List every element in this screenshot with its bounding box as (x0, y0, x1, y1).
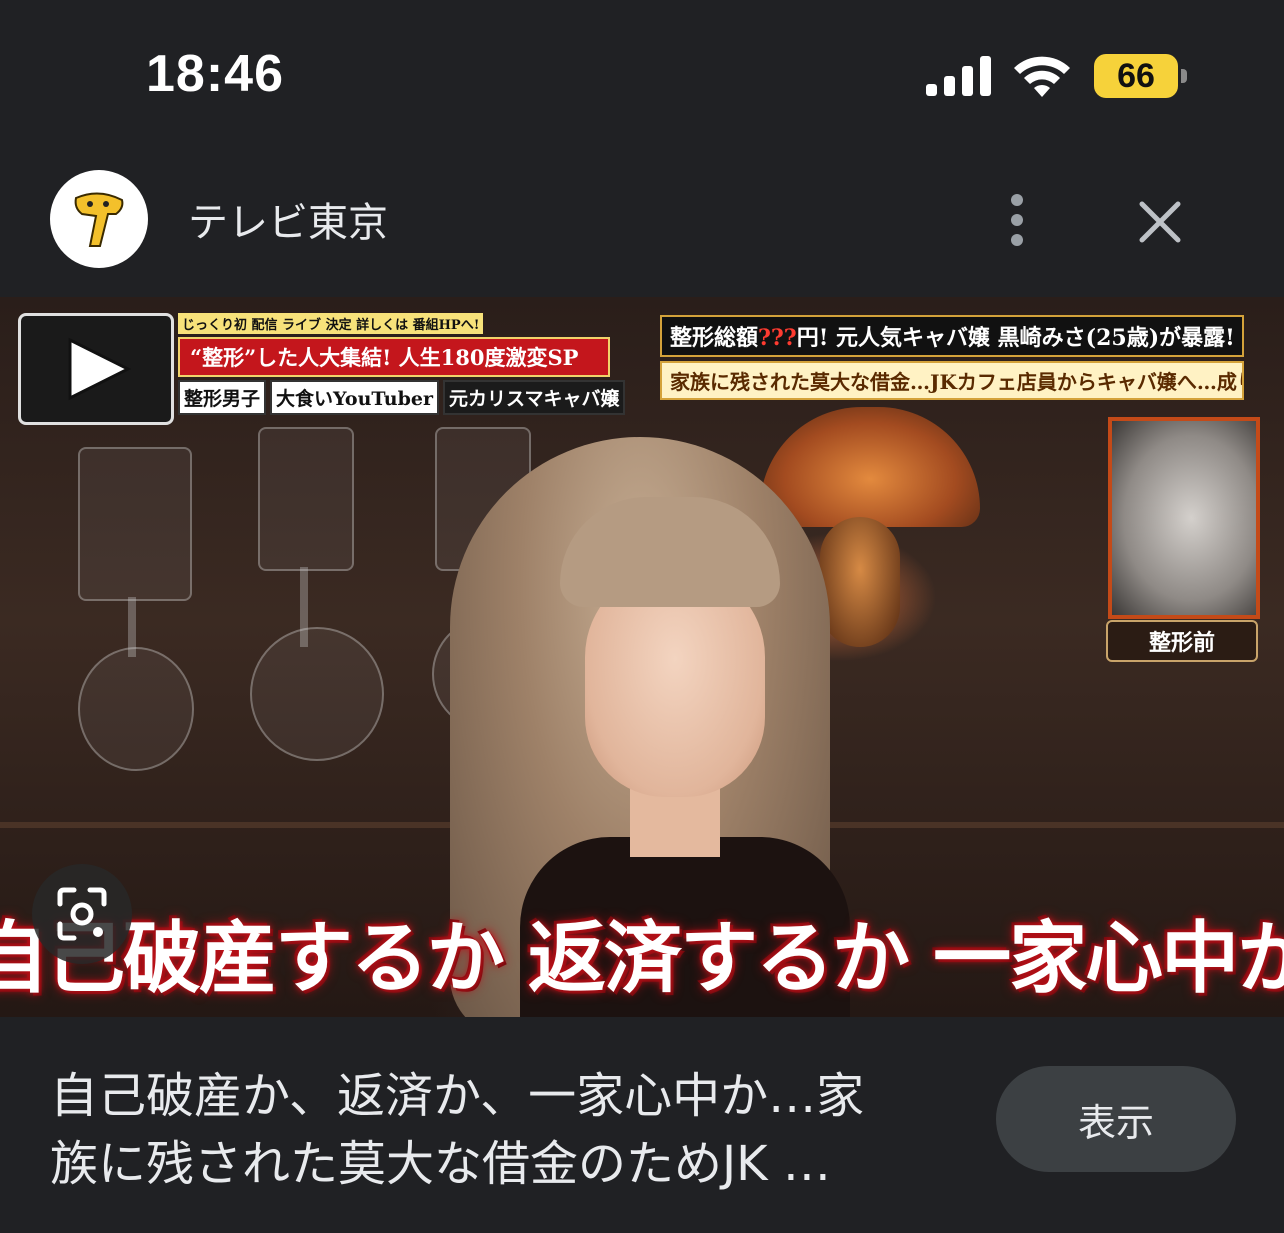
caption-right-line1: 整形総額???円! 元人気キャバ嬢 黒崎みさ(25歳)が暴露! (660, 315, 1244, 357)
google-lens-icon[interactable] (32, 864, 132, 964)
close-icon[interactable] (1130, 192, 1190, 252)
caption-right-line1-a: 整形総額 (670, 325, 759, 351)
caption-right: 整形総額???円! 元人気キャバ嬢 黒崎みさ(25歳)が暴露! 家族に残された莫… (660, 315, 1244, 400)
program-logo (18, 313, 174, 425)
tv-tokyo-logo-icon[interactable] (50, 170, 148, 268)
siphon-bulb (250, 627, 384, 761)
cellular-signal-icon (926, 56, 991, 96)
play-icon (68, 337, 132, 401)
lamp-shade (760, 407, 980, 527)
caption-headline: “整形”した人大集結! 人生180度激変SP (178, 337, 610, 377)
result-title-line1: 自己破産か、返済か、一家心中か…家 (50, 1068, 865, 1124)
caption-tag: 元カリスマキャバ嬢 (443, 380, 626, 415)
video-subtitle: 自己破産するか 返済するか 一家心中か (0, 914, 1284, 1004)
caption-right-line1-b: 円! 元人気キャバ嬢 黒崎みさ(25歳)が暴露! (796, 325, 1235, 351)
result-title-line2: 族に残された莫大な借金のためJK … (50, 1136, 831, 1192)
preview-image[interactable]: じっくり初 配信 ライブ 決定 詳しくは 番組HPへ! “整形”した人大集結! … (0, 297, 1284, 1017)
siphon-glass (78, 447, 192, 601)
caption-left: じっくり初 配信 ライブ 決定 詳しくは 番組HPへ! “整形”した人大集結! … (178, 313, 634, 418)
siphon-glass (258, 427, 354, 571)
caption-badge-line: じっくり初 配信 ライブ 決定 詳しくは 番組HPへ! (178, 313, 484, 334)
before-photo (1108, 417, 1260, 619)
caption-tag: 整形男子 (178, 380, 267, 415)
view-button[interactable]: 表示 (996, 1066, 1236, 1172)
caption-tag: 大食いYouTuber (270, 380, 440, 415)
battery-icon: 66 (1094, 54, 1188, 98)
before-label: 整形前 (1106, 620, 1258, 662)
wifi-icon (1014, 56, 1070, 97)
lamp-base (820, 517, 900, 647)
battery-level: 66 (1094, 54, 1178, 98)
caption-right-line2: 家族に残された莫大な借金…JKカフェ店員からキャバ嬢へ…成り上がり (660, 361, 1244, 400)
more-vertical-icon[interactable] (990, 190, 1044, 250)
source-header: テレビ東京 (0, 160, 1284, 280)
caption-right-line1-q: ??? (758, 325, 797, 351)
status-bar: 18:46 66 (0, 0, 1284, 150)
source-name[interactable]: テレビ東京 (188, 190, 388, 248)
siphon-bulb (78, 647, 194, 771)
result-title[interactable]: 自己破産か、返済か、一家心中か…家 族に残された莫大な借金のためJK … (50, 1062, 960, 1198)
status-time: 18:46 (146, 45, 284, 103)
